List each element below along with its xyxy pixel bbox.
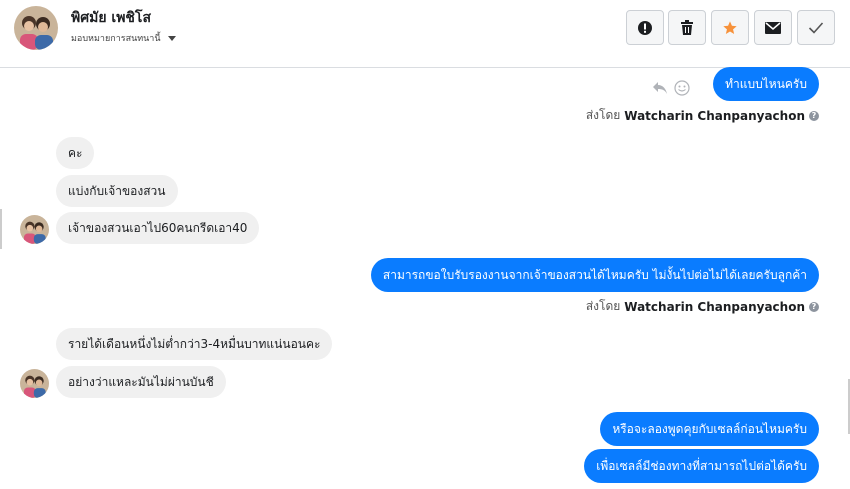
mark-unread-button[interactable] [754, 10, 792, 45]
alert-icon [638, 20, 652, 35]
emoji-reaction-icon[interactable] [674, 80, 690, 96]
contact-name: พิศมัย เพชิโส [71, 10, 152, 26]
mark-done-button[interactable] [797, 10, 835, 45]
message-thread[interactable]: ทำแบบไหนครับ ส่งโดย Watcharin Chanpanyac… [0, 67, 850, 489]
star-icon [723, 20, 737, 34]
contact-avatar[interactable] [14, 6, 58, 50]
help-icon[interactable]: ? [809, 301, 819, 312]
caret-down-icon [167, 35, 176, 41]
sender-name: Watcharin Chanpanyachon [624, 299, 805, 314]
sender-name: Watcharin Chanpanyachon [624, 108, 805, 123]
delete-button[interactable] [668, 10, 706, 45]
sent-by-prefix: ส่งโดย [585, 108, 621, 122]
incoming-message[interactable]: อย่างว่าแหละมันไม่ผ่านบันชี [56, 366, 226, 398]
sent-by-label: ส่งโดย Watcharin Chanpanyachon ? [586, 106, 819, 125]
incoming-message[interactable]: รายได้เดือนหนึ่งไม่ต่ำกว่า3-4หมื่นบาทแน่… [56, 328, 333, 360]
outgoing-message[interactable]: ทำแบบไหนครับ [713, 67, 819, 101]
trash-icon [681, 19, 693, 35]
assign-label: มอบหมายการสนทนานี้ [71, 34, 161, 44]
scroll-indicator [0, 209, 2, 249]
incoming-message[interactable]: เจ้าของสวนเอาไป60คนกรีดเอา40 [56, 212, 260, 244]
outgoing-message[interactable]: หรือจะลองพูดคุยกับเซลล์ก่อนไหมครับ [600, 412, 819, 446]
sent-by-prefix: ส่งโดย [585, 299, 621, 313]
outgoing-message[interactable]: สามารถขอใบรับรองงานจากเจ้าของสวนได้ไหมคร… [370, 258, 819, 292]
assign-conversation-dropdown[interactable]: มอบหมายการสนทนานี้ [71, 31, 176, 45]
help-icon[interactable]: ? [809, 110, 819, 121]
contact-avatar-small [20, 369, 49, 398]
contact-avatar-small [20, 215, 49, 244]
sent-by-label: ส่งโดย Watcharin Chanpanyachon ? [586, 297, 819, 316]
outgoing-message[interactable]: เพื่อเซลล์มีช่องทางที่สามารถไปต่อได้ครับ [584, 449, 819, 483]
incoming-message[interactable]: แบ่งกับเจ้าของสวน [56, 175, 178, 207]
reply-icon[interactable] [652, 81, 668, 95]
incoming-message[interactable]: คะ [56, 137, 95, 169]
check-icon [808, 21, 824, 34]
mail-icon [765, 21, 781, 34]
conversation-header: พิศมัย เพชิโส มอบหมายการสนทนานี้ [0, 0, 850, 68]
star-button[interactable] [711, 10, 749, 45]
mark-spam-button[interactable] [626, 10, 664, 45]
